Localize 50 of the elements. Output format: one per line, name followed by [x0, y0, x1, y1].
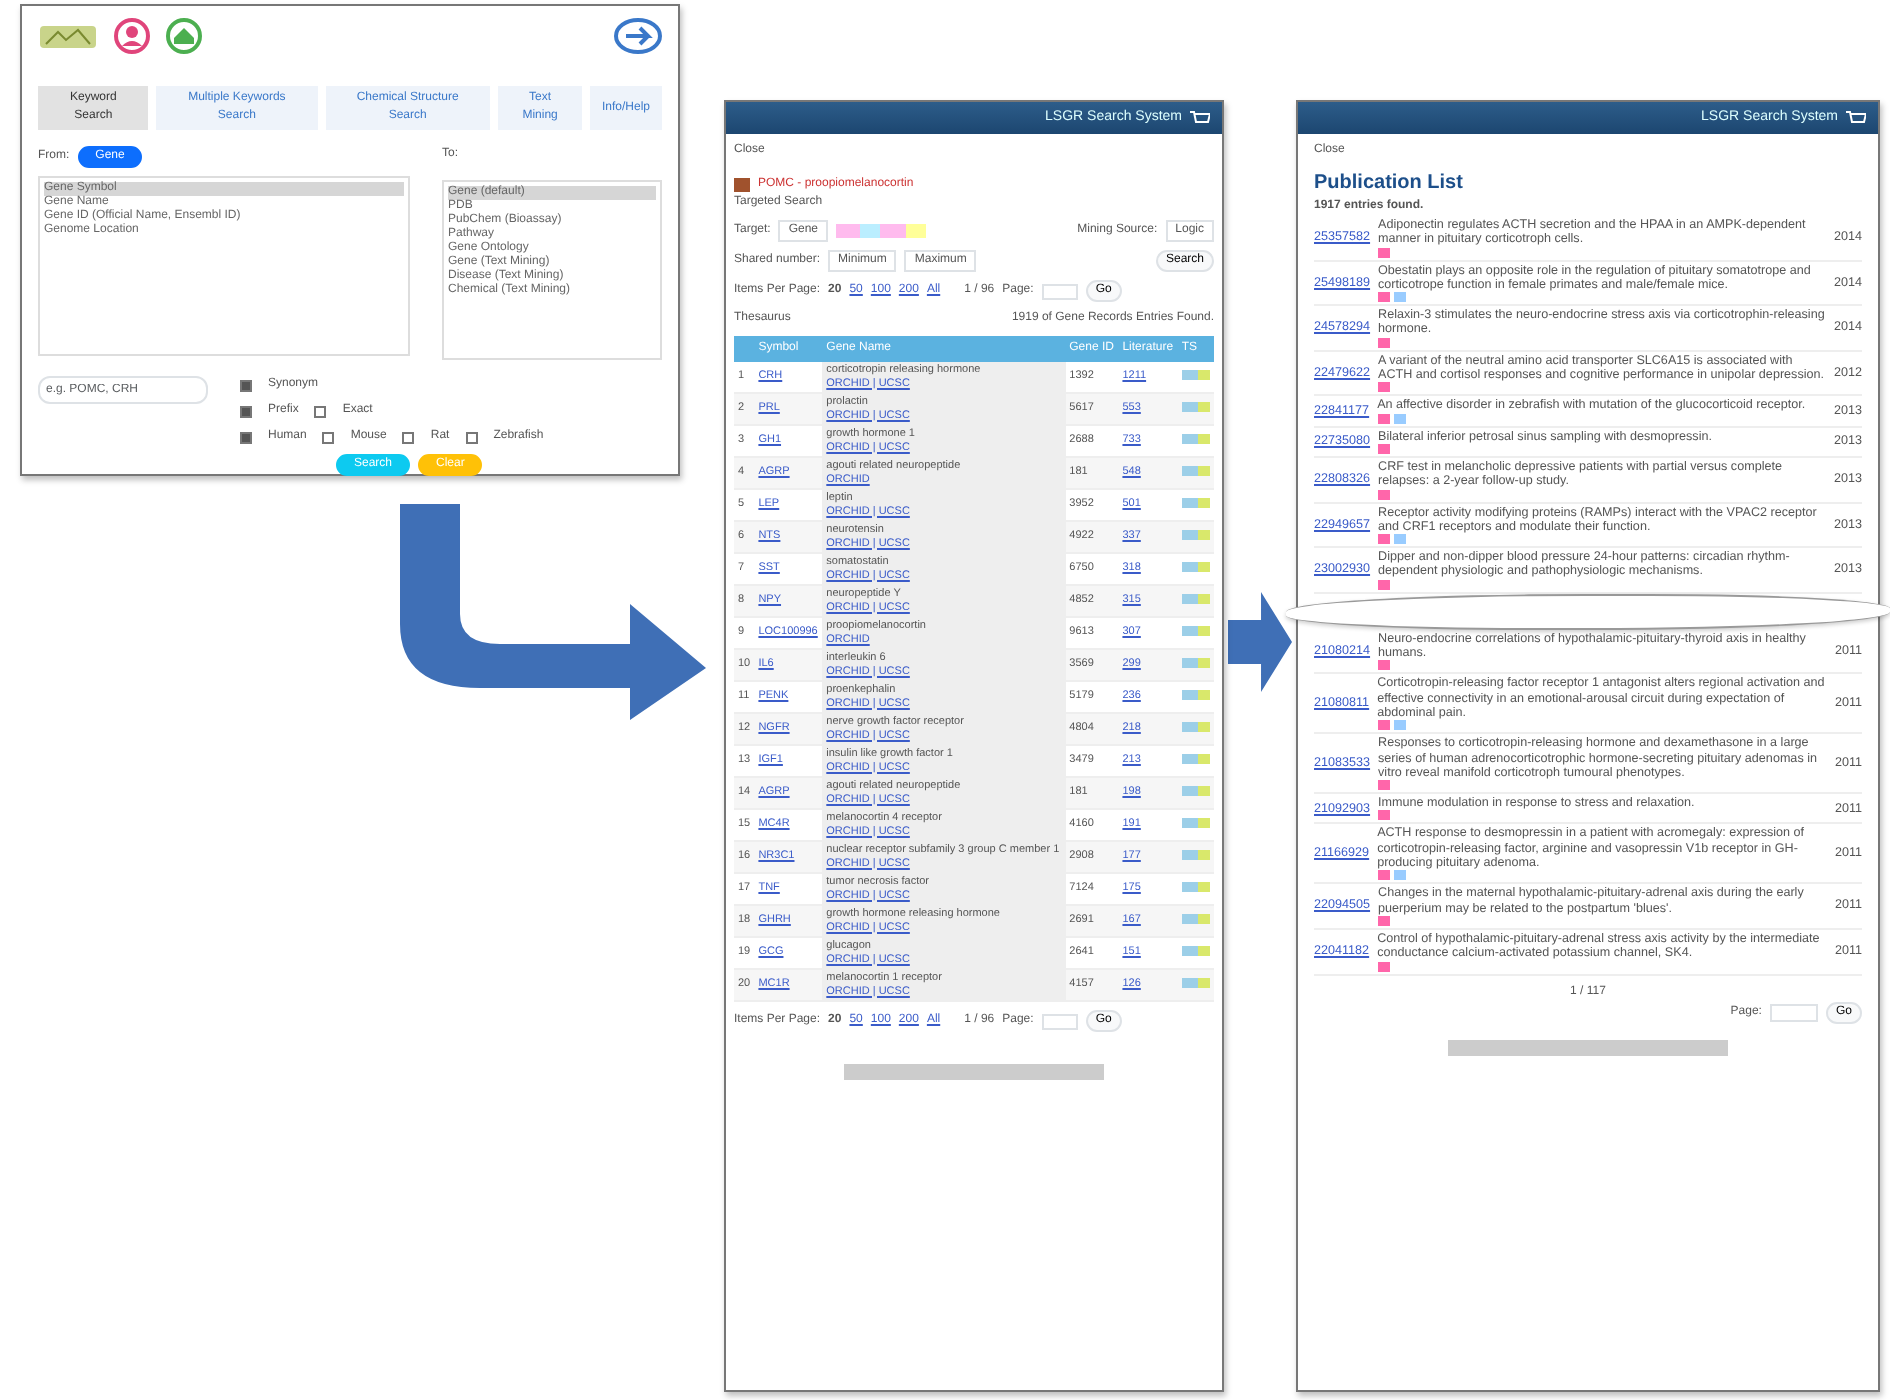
expression-bar-drawing [1181, 914, 1210, 925]
checkbox[interactable] [465, 431, 478, 443]
tag-icon [1378, 579, 1391, 590]
tag-icon [1378, 780, 1391, 791]
person-icon [114, 18, 150, 54]
expression-bar-drawing [1181, 530, 1210, 541]
tag-icon [1378, 337, 1391, 348]
expression-bar-drawing [1181, 370, 1210, 381]
section-heading: Publication List [1314, 170, 1465, 198]
expression-bar-drawing [1181, 754, 1210, 765]
tag-icon [1378, 443, 1391, 454]
refresh-icon [614, 18, 662, 54]
expression-bar-drawing [1181, 978, 1210, 989]
tag-icon [1378, 810, 1391, 821]
expression-bar-drawing [1181, 434, 1210, 445]
expression-bar-drawing [1181, 498, 1210, 509]
logo-icon [38, 20, 98, 52]
tag-icon [1378, 247, 1391, 258]
checkbox[interactable] [240, 379, 252, 391]
expression-bar-drawing [1181, 882, 1210, 893]
expression-bar-drawing [1181, 722, 1210, 733]
expression-bar-drawing [1181, 562, 1210, 573]
expression-bar-drawing [1181, 946, 1210, 957]
color-scale-drawing [836, 224, 927, 238]
checkbox[interactable] [402, 431, 415, 443]
expression-bar-drawing [1181, 850, 1210, 861]
expression-bar-drawing [1181, 690, 1210, 701]
expression-bar-drawing [1181, 786, 1210, 797]
checkbox[interactable] [322, 431, 335, 443]
expression-bar-drawing [1181, 402, 1210, 413]
tag-icon [1378, 489, 1391, 500]
cart-icon [1190, 110, 1210, 126]
tag-icon [1378, 382, 1391, 393]
checkbox[interactable] [240, 431, 252, 443]
cart-icon [1846, 110, 1866, 126]
checkbox[interactable] [314, 405, 327, 417]
expression-bar-drawing [1181, 818, 1210, 829]
checkbox[interactable] [240, 405, 252, 417]
expression-bar-drawing [1181, 626, 1210, 637]
expression-bar-drawing [1181, 658, 1210, 669]
tag-icon [1377, 961, 1390, 971]
home-icon [166, 18, 202, 54]
page-input[interactable] [1041, 1013, 1078, 1029]
tag-icon [1378, 915, 1391, 926]
tag-icon [1378, 660, 1391, 671]
right-arrow [1228, 592, 1292, 692]
page-input[interactable] [1769, 1003, 1818, 1021]
expression-bar-drawing [1181, 466, 1210, 477]
expression-bar-drawing [1181, 594, 1210, 605]
page-input[interactable] [1041, 283, 1078, 299]
